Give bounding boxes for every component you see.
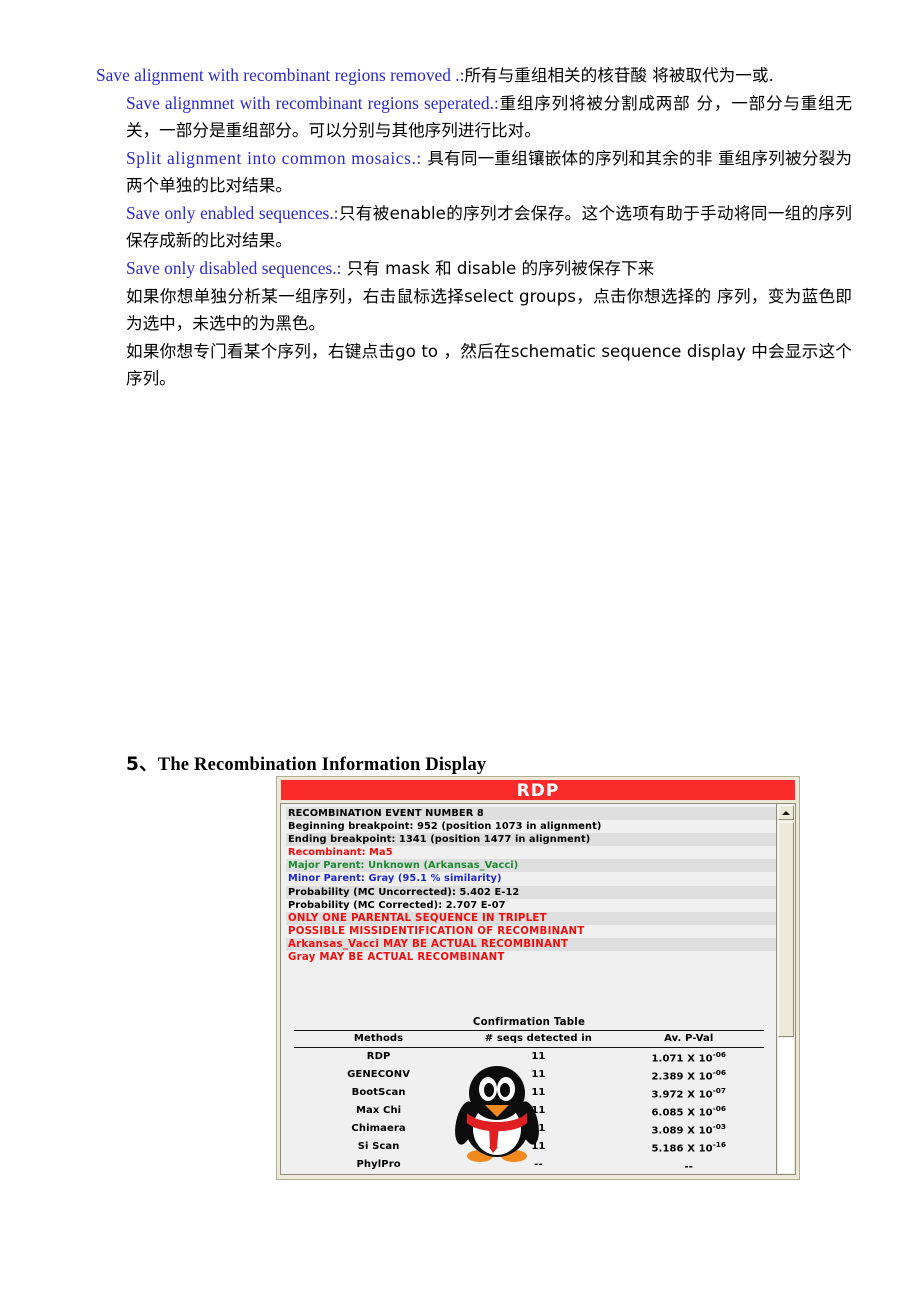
info-line-probability-uncorrected: Probability (MC Uncorrected): 5.402 E-12 <box>286 885 776 899</box>
info-line-beginning-breakpoint: Beginning breakpoint: 952 (position 1073… <box>286 820 776 834</box>
scroll-up-arrow-button[interactable] <box>778 805 794 820</box>
paragraph: Split alignment into common mosaics.: 具有… <box>96 145 852 199</box>
section-heading-number: 5、 <box>126 754 158 775</box>
column-header-seqs-detected: # seqs detected in <box>484 1033 592 1044</box>
recombination-event-info: RECOMBINATION EVENT NUMBER 8 Beginning b… <box>281 804 776 965</box>
info-line-warning-missidentification: POSSIBLE MISSIDENTIFICATION OF RECOMBINA… <box>286 924 776 938</box>
document-text-body: Save alignment with recombinant regions … <box>96 62 852 393</box>
rdp-window-inner: RDP RECOMBINATION EVENT NUMBER 8 Beginni… <box>280 779 796 1177</box>
cell-method: Chimaera <box>351 1122 406 1134</box>
cell-seqs: -- <box>463 1173 613 1174</box>
info-line-major-parent: Major Parent: Unknown (Arkansas_Vacci) <box>286 859 776 873</box>
cell-method: Max Chi <box>355 1104 402 1116</box>
info-line-minor-parent: Minor Parent: Gray (95.1 % similarity) <box>286 872 776 886</box>
scrollbar-track[interactable] <box>778 1038 794 1173</box>
cell-seqs: 11 <box>531 1122 546 1134</box>
cell-method: RDP <box>366 1051 391 1063</box>
cell-pval: 1.071 X 10-06 <box>651 1050 727 1065</box>
cell-pval: -- <box>614 1173 764 1174</box>
paragraph-text: 所有与重组相关的核苷酸 将被取代为一或. <box>464 66 774 85</box>
rdp-window: RDP RECOMBINATION EVENT NUMBER 8 Beginni… <box>276 776 800 1180</box>
info-line-warning-gray: Gray MAY BE ACTUAL RECOMBINANT <box>286 951 776 965</box>
info-line-warning-one-parental: ONLY ONE PARENTAL SEQUENCE IN TRIPLET <box>286 911 776 925</box>
cell-seqs: 11 <box>531 1069 546 1081</box>
info-line-probability-corrected: Probability (MC Corrected): 2.707 E-07 <box>286 898 776 912</box>
paragraph-lead: Save only disabled sequences.: <box>126 258 342 278</box>
table-row: Chimaera 11 3.089 X 10-03 <box>294 1120 764 1138</box>
recombination-info-panel[interactable]: RECOMBINATION EVENT NUMBER 8 Beginning b… <box>280 803 776 1175</box>
paragraph-lead: Save only enabled sequences.: <box>126 203 339 223</box>
cell-pval: 2.389 X 10-06 <box>651 1067 727 1083</box>
confirmation-table: Methods # seqs detected in Av. P-Val <box>294 1031 764 1047</box>
table-header-row: Methods # seqs detected in Av. P-Val <box>294 1031 764 1047</box>
cell-pval: 5.186 X 10-16 <box>651 1139 727 1154</box>
cell-seqs: 11 <box>531 1051 546 1063</box>
paragraph-lead: Split alignment into common mosaics.: <box>126 148 422 168</box>
paragraph-lead: Save alignmnet with recombinant regions … <box>126 93 499 113</box>
rdp-body: RECOMBINATION EVENT NUMBER 8 Beginning b… <box>280 803 796 1177</box>
column-header-methods: Methods <box>353 1033 404 1044</box>
paragraph: Save only enabled sequences.:只有被enable的序… <box>96 200 852 254</box>
confirmation-table-title: Confirmation Table <box>472 1017 586 1028</box>
vertical-scrollbar[interactable] <box>776 803 796 1175</box>
table-row: PhylPro -- -- <box>294 1156 764 1174</box>
paragraph-text: 如果你想单独分析某一组序列，右击鼠标选择select groups，点击你想选择… <box>126 287 852 333</box>
cell-seqs: 11 <box>531 1087 546 1098</box>
paragraph: Save alignment with recombinant regions … <box>96 62 852 89</box>
paragraph-text: 只有 mask 和 disable 的序列被保存下来 <box>341 259 655 278</box>
cell-pval: -- <box>684 1160 694 1172</box>
info-line-recombinant: Recombinant: Ma5 <box>286 846 776 860</box>
scrollbar-thumb[interactable] <box>778 822 794 1037</box>
cell-seqs: 11 <box>531 1104 546 1116</box>
scroll-up-arrow-icon <box>782 811 790 815</box>
info-line-event-number: RECOMBINATION EVENT NUMBER 8 <box>286 807 776 821</box>
table-row: GENECONV 11 2.389 X 10-06 <box>294 1066 764 1084</box>
table-row: Max Chi 11 6.085 X 10-06 <box>294 1102 764 1120</box>
paragraph: 如果你想单独分析某一组序列，右击鼠标选择select groups，点击你想选择… <box>96 283 852 337</box>
confirmation-table-body: RDP 11 1.071 X 10-06 GENECONV 11 2.389 X… <box>294 1048 764 1174</box>
cell-pval: 3.089 X 10-03 <box>651 1121 727 1137</box>
cell-seqs: 11 <box>531 1140 546 1152</box>
paragraph-lead: Save alignment with recombinant regions … <box>96 65 465 85</box>
info-line-ending-breakpoint: Ending breakpoint: 1341 (position 1477 i… <box>286 833 776 847</box>
cell-seqs: -- <box>534 1158 543 1170</box>
paragraph: Save alignmnet with recombinant regions … <box>96 90 852 144</box>
table-row: RDP 11 1.071 X 10-06 <box>294 1048 764 1066</box>
section-heading: 5、The Recombination Information Display <box>126 750 486 776</box>
cell-pval: 3.972 X 10-07 <box>651 1085 727 1101</box>
cell-method: BootScan <box>351 1087 406 1098</box>
confirmation-table-wrapper: Confirmation Table Methods # seqs detect… <box>294 1017 764 1172</box>
section-heading-text: The Recombination Information Display <box>157 755 487 775</box>
paragraph: Save only disabled sequences.: 只有 mask 和… <box>96 255 852 282</box>
info-line-warning-arkansas: Arkansas_Vacci MAY BE ACTUAL RECOMBINANT <box>286 937 776 952</box>
table-row: Si Scan 11 5.186 X 10-16 <box>294 1138 764 1156</box>
cell-method: LARD <box>294 1173 463 1174</box>
cell-pval: 6.085 X 10-06 <box>651 1103 727 1119</box>
table-row: BootScan 11 3.972 X 10-07 <box>294 1084 764 1102</box>
cell-method: PhylPro <box>356 1158 401 1170</box>
cell-method: GENECONV <box>347 1069 411 1081</box>
table-row: LARD -- -- <box>294 1173 764 1174</box>
rdp-title: RDP <box>516 781 560 801</box>
paragraph-text: 如果你想专门看某个序列，右键点击go to ，然后在schematic sequ… <box>126 342 852 388</box>
paragraph: 如果你想专门看某个序列，右键点击go to ，然后在schematic sequ… <box>96 338 852 392</box>
cell-method: Si Scan <box>357 1140 400 1152</box>
rdp-title-bar: RDP <box>280 779 796 801</box>
column-header-av-pval: Av. P-Val <box>664 1033 714 1044</box>
